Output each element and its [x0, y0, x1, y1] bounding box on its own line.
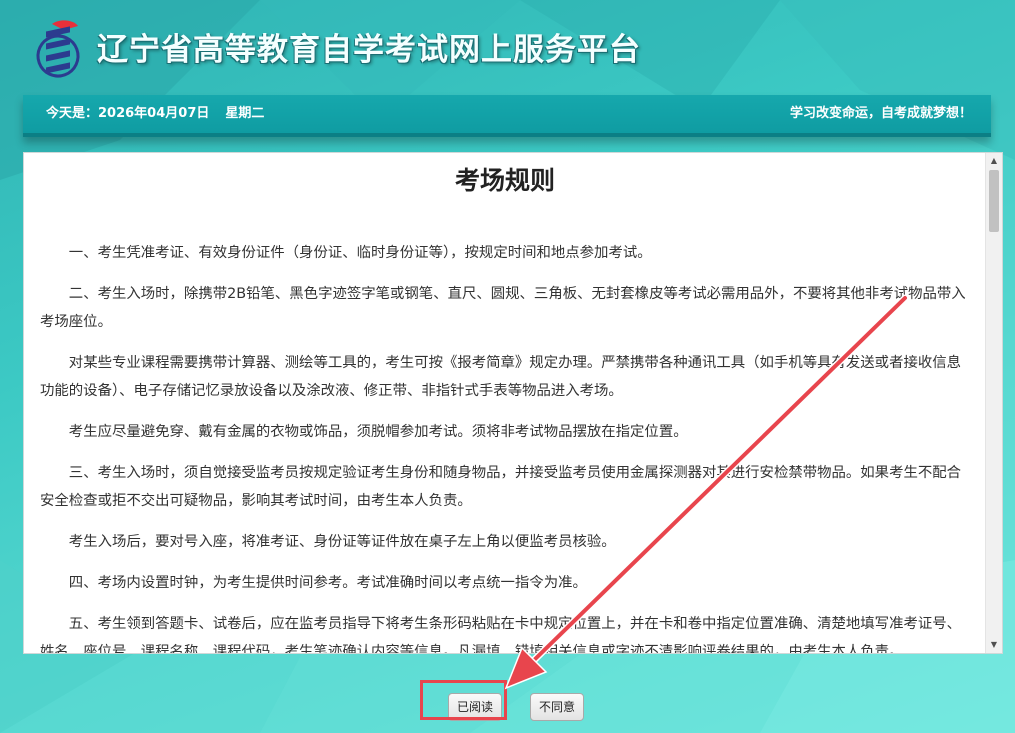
site-header: 辽宁省高等教育自学考试网上服务平台 [0, 0, 1015, 95]
current-date: 今天是：2026年04月07日 星期二 [46, 95, 264, 133]
rule-paragraph: 四、考场内设置时钟，为考生提供时间参考。考试准确时间以考点统一指令为准。 [68, 575, 587, 591]
site-title: 辽宁省高等教育自学考试网上服务平台 [97, 32, 641, 68]
rule-paragraph: 考生入场后，要对号入座，将准考证、身份证等证件放在桌子左上角以便监考员核验。 [68, 534, 616, 550]
rules-title: 考场规则 [454, 166, 555, 195]
scroll-down-arrow-icon[interactable]: ▼ [986, 637, 1002, 653]
rule-paragraph: 考生应尽量避免穿、戴有金属的衣物或饰品，须脱帽参加考试。须将非考试物品摆放在指定… [68, 424, 688, 440]
rule-paragraph: 一、考生凭准考证、有效身份证件（身份证、临时身份证等），按规定时间和地点参加考试… [68, 245, 652, 261]
slogan-text: 学习改变命运，自考成就梦想！ [789, 106, 972, 121]
weekday-text: 星期二 [225, 106, 265, 121]
rules-list: 一、考生凭准考证、有效身份证件（身份证、临时身份证等），按规定时间和地点参加考试… [40, 239, 970, 653]
rules-panel[interactable]: 考场规则 一、考生凭准考证、有效身份证件（身份证、临时身份证等），按规定时间和地… [23, 152, 1003, 654]
rule-paragraph: 对某些专业课程需要携带计算器、测绘等工具的，考生可按《报考简章》规定办理。严禁携… [40, 355, 962, 399]
exam-logo-icon [36, 20, 80, 78]
scroll-thumb[interactable] [989, 170, 999, 232]
rule-paragraph: 五、考生领到答题卡、试卷后，应在监考员指导下将考生条形码粘贴在卡中规定位置上，并… [40, 616, 962, 653]
scroll-up-arrow-icon[interactable]: ▲ [986, 153, 1002, 169]
agree-button[interactable]: 已阅读 [448, 693, 503, 721]
date-text: 今天是：2026年04月07日 [46, 106, 210, 121]
date-bar: 今天是：2026年04月07日 星期二 学习改变命运，自考成就梦想！ [23, 95, 991, 137]
rule-paragraph: 三、考生入场时，须自觉接受监考员按规定验证考生身份和随身物品，并接受监考员使用金… [40, 465, 962, 509]
vertical-scrollbar[interactable]: ▲ ▼ [985, 153, 1002, 653]
rules-content: 考场规则 一、考生凭准考证、有效身份证件（身份证、临时身份证等），按规定时间和地… [24, 153, 986, 653]
rule-paragraph: 二、考生入场时，除携带2B铅笔、黑色字迹签字笔或钢笔、直尺、圆规、三角板、无封套… [40, 286, 966, 330]
disagree-button[interactable]: 不同意 [530, 693, 585, 721]
